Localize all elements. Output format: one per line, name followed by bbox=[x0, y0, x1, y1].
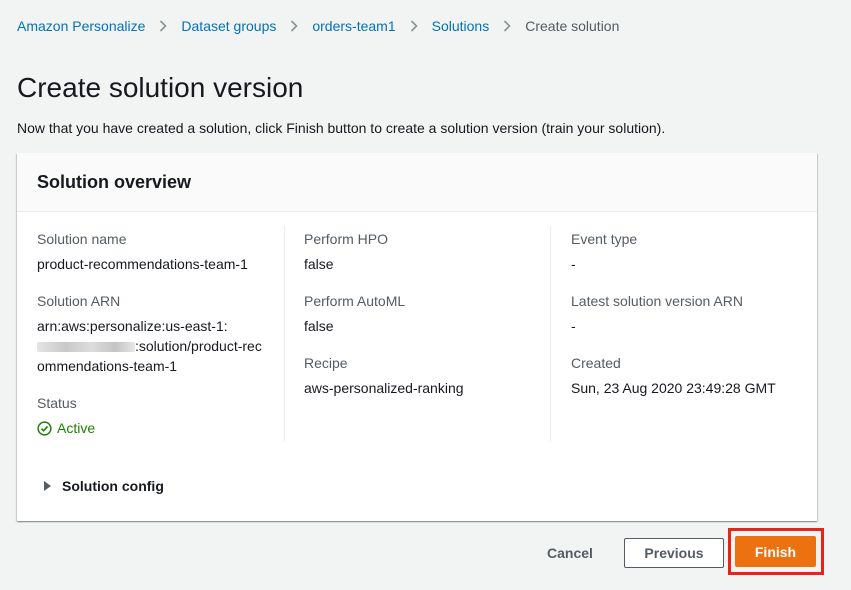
overview-column-2: Perform HPO false Perform AutoML false R… bbox=[304, 229, 554, 415]
latest-version-field: Latest solution version ARN - bbox=[571, 291, 821, 336]
breadcrumb-orders-team1[interactable]: orders-team1 bbox=[312, 18, 395, 34]
solution-config-label: Solution config bbox=[62, 478, 164, 494]
created-field: Created Sun, 23 Aug 2020 23:49:28 GMT bbox=[571, 353, 821, 398]
chevron-right-icon bbox=[489, 20, 525, 32]
page-title: Create solution version bbox=[17, 72, 304, 103]
solution-overview-panel: Solution overview Solution name product-… bbox=[17, 153, 817, 521]
finish-button[interactable]: Finish bbox=[735, 536, 816, 567]
check-circle-icon bbox=[37, 420, 52, 436]
perform-automl-value: false bbox=[304, 318, 334, 334]
breadcrumb-current: Create solution bbox=[525, 18, 620, 34]
breadcrumb-amazon-personalize[interactable]: Amazon Personalize bbox=[17, 18, 145, 34]
panel-title: Solution overview bbox=[37, 172, 192, 192]
arn-prefix: arn:aws:personalize:us-east-1: bbox=[37, 318, 228, 334]
latest-version-label: Latest solution version ARN bbox=[571, 293, 743, 309]
perform-hpo-field: Perform HPO false bbox=[304, 229, 554, 274]
event-type-field: Event type - bbox=[571, 229, 821, 274]
event-type-label: Event type bbox=[571, 231, 638, 247]
overview-column-1: Solution name product-recommendations-te… bbox=[37, 229, 287, 455]
status-label: Status bbox=[37, 395, 77, 411]
page-description: Now that you have created a solution, cl… bbox=[17, 120, 666, 136]
solution-config-expander[interactable]: Solution config bbox=[37, 478, 164, 494]
created-value: Sun, 23 Aug 2020 23:49:28 GMT bbox=[571, 380, 776, 396]
solution-name-value: product-recommendations-team-1 bbox=[37, 256, 248, 272]
event-type-value: - bbox=[571, 256, 576, 272]
perform-hpo-value: false bbox=[304, 256, 334, 272]
overview-column-3: Event type - Latest solution version ARN… bbox=[571, 229, 821, 415]
chevron-right-icon bbox=[145, 20, 181, 32]
perform-automl-label: Perform AutoML bbox=[304, 293, 406, 309]
status-field: Status Active bbox=[37, 393, 287, 438]
cancel-button[interactable]: Cancel bbox=[534, 538, 606, 568]
solution-name-field: Solution name product-recommendations-te… bbox=[37, 229, 287, 274]
chevron-right-icon bbox=[396, 20, 432, 32]
breadcrumb-solutions[interactable]: Solutions bbox=[432, 18, 490, 34]
previous-button[interactable]: Previous bbox=[624, 538, 724, 568]
caret-right-icon bbox=[44, 481, 51, 491]
redacted-account-id bbox=[37, 342, 135, 353]
breadcrumb-dataset-groups[interactable]: Dataset groups bbox=[181, 18, 276, 34]
solution-arn-field: Solution ARN arn:aws:personalize:us-east… bbox=[37, 291, 287, 376]
latest-version-value: - bbox=[571, 318, 576, 334]
column-divider bbox=[284, 226, 285, 441]
status-value: Active bbox=[57, 420, 96, 436]
chevron-right-icon bbox=[276, 20, 312, 32]
panel-header: Solution overview bbox=[17, 153, 817, 212]
perform-hpo-label: Perform HPO bbox=[304, 231, 389, 247]
solution-name-label: Solution name bbox=[37, 231, 127, 247]
breadcrumb: Amazon Personalize Dataset groups orders… bbox=[17, 18, 619, 34]
solution-arn-label: Solution ARN bbox=[37, 293, 121, 309]
perform-automl-field: Perform AutoML false bbox=[304, 291, 554, 336]
recipe-label: Recipe bbox=[304, 355, 348, 371]
status-badge: Active bbox=[37, 418, 287, 438]
created-label: Created bbox=[571, 355, 621, 371]
recipe-value: aws-personalized-ranking bbox=[304, 380, 464, 396]
solution-arn-value: arn:aws:personalize:us-east-1::solution/… bbox=[37, 316, 269, 376]
column-divider bbox=[550, 226, 551, 441]
recipe-field: Recipe aws-personalized-ranking bbox=[304, 353, 554, 398]
